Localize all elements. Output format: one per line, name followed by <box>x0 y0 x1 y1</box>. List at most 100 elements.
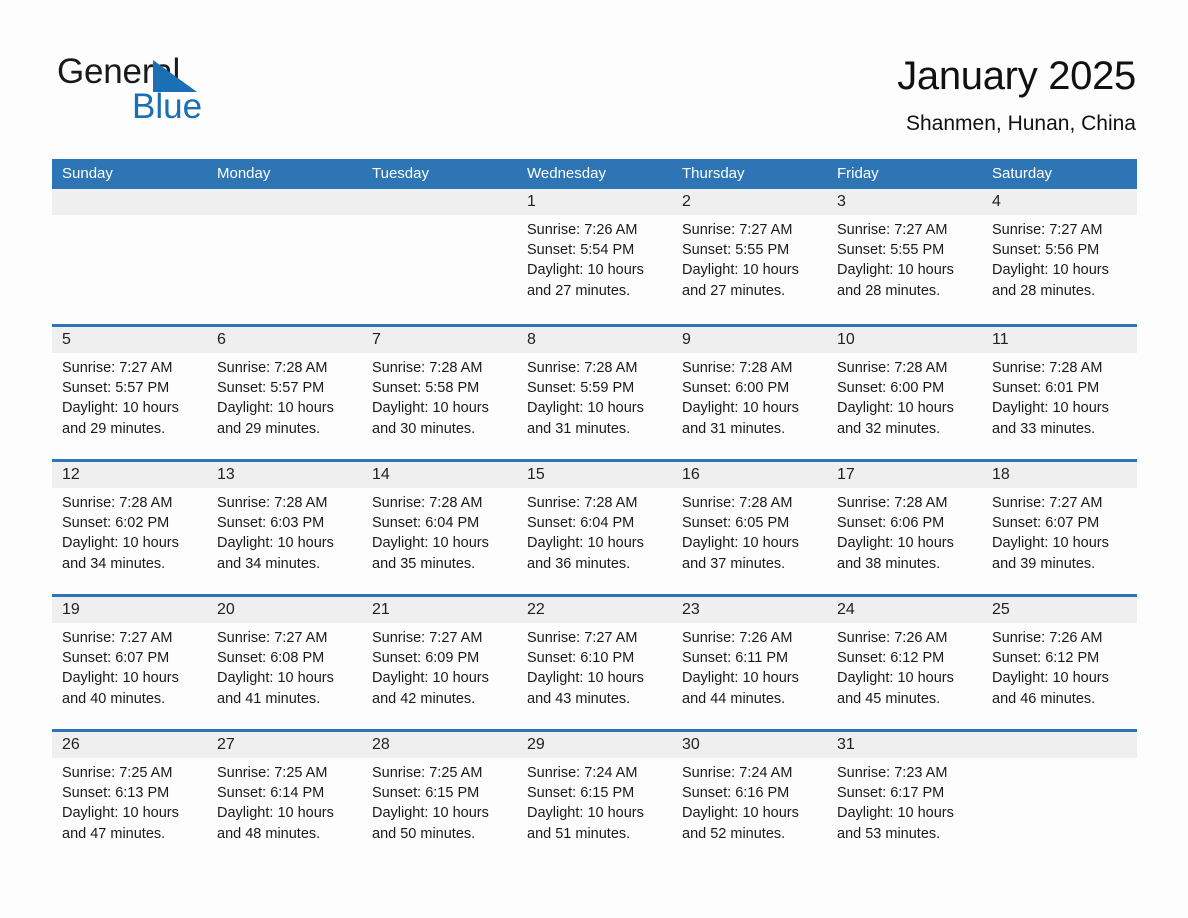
day-number-strip <box>207 189 362 215</box>
sunrise-time: Sunrise: 7:27 AM <box>992 222 1103 238</box>
sunrise-time: Sunrise: 7:27 AM <box>682 222 793 238</box>
sunrise-time: Sunrise: 7:28 AM <box>62 495 173 511</box>
calendar-day-cell[interactable]: 16 Sunrise: 7:28 AM Sunset: 6:05 PM Dayligh… <box>672 462 827 594</box>
daylight-duration-line2: and 33 minutes. <box>992 420 1096 437</box>
calendar-day-cell[interactable]: 6 Sunrise: 7:28 AM Sunset: 5:57 PM Daylight… <box>207 327 362 459</box>
weekday-header-wednesday: Wednesday <box>527 165 606 182</box>
calendar-day-cell[interactable]: 28 Sunrise: 7:25 AM Sunset: 6:15 PM Dayligh… <box>362 732 517 864</box>
day-number: 13 <box>217 466 235 483</box>
day-sun-info: Sunrise: 7:28 AM Sunset: 5:59 PM Daylight:… <box>517 353 672 439</box>
calendar-day-cell[interactable]: 20 Sunrise: 7:27 AM Sunset: 6:08 PM Dayligh… <box>207 597 362 729</box>
daylight-duration-line2: and 28 minutes. <box>837 282 941 299</box>
day-sun-info: Sunrise: 7:28 AM Sunset: 6:01 PM Daylight:… <box>982 353 1137 439</box>
sunrise-time: Sunrise: 7:26 AM <box>527 222 638 238</box>
day-number-strip: 5 <box>52 327 207 353</box>
calendar-day-cell[interactable]: 3 Sunrise: 7:27 AM Sunset: 5:55 PM Daylight… <box>827 189 982 324</box>
day-number: 8 <box>527 331 536 348</box>
calendar-day-cell[interactable]: 29 Sunrise: 7:24 AM Sunset: 6:15 PM Dayligh… <box>517 732 672 864</box>
calendar-day-cell[interactable]: 13 Sunrise: 7:28 AM Sunset: 6:03 PM Dayligh… <box>207 462 362 594</box>
day-sun-info: Sunrise: 7:26 AM Sunset: 6:11 PM Daylight:… <box>672 623 827 709</box>
calendar-day-cell[interactable]: 21 Sunrise: 7:27 AM Sunset: 6:09 PM Dayligh… <box>362 597 517 729</box>
daylight-duration-line2: and 43 minutes. <box>527 690 631 707</box>
daylight-duration-line2: and 30 minutes. <box>372 420 476 437</box>
day-number-strip <box>52 189 207 215</box>
daylight-duration-line1: Daylight: 10 hours <box>527 805 644 822</box>
calendar-day-cell[interactable]: 4 Sunrise: 7:27 AM Sunset: 5:56 PM Daylight… <box>982 189 1137 324</box>
calendar-day-cell[interactable]: 15 Sunrise: 7:28 AM Sunset: 6:04 PM Dayligh… <box>517 462 672 594</box>
sunrise-time: Sunrise: 7:23 AM <box>837 765 948 781</box>
calendar-day-cell[interactable]: 14 Sunrise: 7:28 AM Sunset: 6:04 PM Dayligh… <box>362 462 517 594</box>
daylight-duration-line1: Daylight: 10 hours <box>217 805 334 822</box>
calendar-day-cell[interactable]: 17 Sunrise: 7:28 AM Sunset: 6:06 PM Dayligh… <box>827 462 982 594</box>
day-number: 3 <box>837 193 846 210</box>
day-number-strip: 10 <box>827 327 982 353</box>
day-sun-info: Sunrise: 7:28 AM Sunset: 5:57 PM Daylight:… <box>207 353 362 439</box>
calendar-day-cell[interactable]: 18 Sunrise: 7:27 AM Sunset: 6:07 PM Dayligh… <box>982 462 1137 594</box>
sunset-time: Sunset: 6:00 PM <box>837 380 945 397</box>
daylight-duration-line1: Daylight: 10 hours <box>992 400 1109 417</box>
calendar-day-cell[interactable]: 10 Sunrise: 7:28 AM Sunset: 6:00 PM Dayligh… <box>827 327 982 459</box>
day-sun-info: Sunrise: 7:26 AM Sunset: 5:54 PM Daylight:… <box>517 215 672 301</box>
calendar-day-cell[interactable]: 9 Sunrise: 7:28 AM Sunset: 6:00 PM Daylight… <box>672 327 827 459</box>
sunset-time: Sunset: 6:07 PM <box>62 650 170 667</box>
sunset-time: Sunset: 6:15 PM <box>527 785 635 802</box>
calendar-day-cell[interactable]: 1 Sunrise: 7:26 AM Sunset: 5:54 PM Daylight… <box>517 189 672 324</box>
daylight-duration-line1: Daylight: 10 hours <box>837 262 954 279</box>
sunset-time: Sunset: 6:05 PM <box>682 515 790 532</box>
sunset-time: Sunset: 6:01 PM <box>992 380 1100 397</box>
calendar-week-row: 26 Sunrise: 7:25 AM Sunset: 6:13 PM Dayligh… <box>52 729 1137 864</box>
daylight-duration-line1: Daylight: 10 hours <box>682 262 799 279</box>
calendar-day-cell[interactable]: 30 Sunrise: 7:24 AM Sunset: 6:16 PM Dayligh… <box>672 732 827 864</box>
sunrise-time: Sunrise: 7:28 AM <box>682 495 793 511</box>
calendar-day-cell[interactable]: 26 Sunrise: 7:25 AM Sunset: 6:13 PM Dayligh… <box>52 732 207 864</box>
daylight-duration-line1: Daylight: 10 hours <box>837 400 954 417</box>
day-number-strip: 6 <box>207 327 362 353</box>
day-number-strip: 20 <box>207 597 362 623</box>
day-number: 28 <box>372 736 390 753</box>
day-sun-info: Sunrise: 7:27 AM Sunset: 6:09 PM Daylight:… <box>362 623 517 709</box>
daylight-duration-line1: Daylight: 10 hours <box>837 535 954 552</box>
day-number: 5 <box>62 331 71 348</box>
daylight-duration-line1: Daylight: 10 hours <box>992 535 1109 552</box>
daylight-duration-line2: and 34 minutes. <box>217 555 321 572</box>
calendar-day-cell[interactable]: 23 Sunrise: 7:26 AM Sunset: 6:11 PM Dayligh… <box>672 597 827 729</box>
day-sun-info: Sunrise: 7:27 AM Sunset: 6:07 PM Daylight:… <box>982 488 1137 574</box>
day-number-strip: 13 <box>207 462 362 488</box>
calendar-day-cell[interactable]: 25 Sunrise: 7:26 AM Sunset: 6:12 PM Dayligh… <box>982 597 1137 729</box>
calendar-day-cell[interactable]: 11 Sunrise: 7:28 AM Sunset: 6:01 PM Dayligh… <box>982 327 1137 459</box>
sunset-time: Sunset: 5:54 PM <box>527 242 635 259</box>
calendar-day-cell[interactable]: 24 Sunrise: 7:26 AM Sunset: 6:12 PM Dayligh… <box>827 597 982 729</box>
day-number: 25 <box>992 601 1010 618</box>
calendar-day-cell[interactable]: 8 Sunrise: 7:28 AM Sunset: 5:59 PM Daylight… <box>517 327 672 459</box>
day-number: 2 <box>682 193 691 210</box>
daylight-duration-line2: and 39 minutes. <box>992 555 1096 572</box>
calendar-day-cell[interactable]: 19 Sunrise: 7:27 AM Sunset: 6:07 PM Dayligh… <box>52 597 207 729</box>
daylight-duration-line2: and 47 minutes. <box>62 825 166 842</box>
page-title: January 2025 <box>897 54 1136 98</box>
calendar-day-cell[interactable]: 2 Sunrise: 7:27 AM Sunset: 5:55 PM Daylight… <box>672 189 827 324</box>
daylight-duration-line2: and 42 minutes. <box>372 690 476 707</box>
calendar-day-cell[interactable]: 31 Sunrise: 7:23 AM Sunset: 6:17 PM Dayligh… <box>827 732 982 864</box>
calendar-day-cell[interactable]: 22 Sunrise: 7:27 AM Sunset: 6:10 PM Dayligh… <box>517 597 672 729</box>
calendar-day-cell[interactable]: 5 Sunrise: 7:27 AM Sunset: 5:57 PM Daylight… <box>52 327 207 459</box>
sunset-time: Sunset: 6:10 PM <box>527 650 635 667</box>
location-subtitle: Shanmen, Hunan, China <box>906 112 1136 135</box>
sunrise-time: Sunrise: 7:28 AM <box>372 495 483 511</box>
day-sun-info: Sunrise: 7:28 AM Sunset: 6:03 PM Daylight:… <box>207 488 362 574</box>
day-number: 9 <box>682 331 691 348</box>
sunset-time: Sunset: 5:57 PM <box>217 380 325 397</box>
day-number-strip: 26 <box>52 732 207 758</box>
daylight-duration-line1: Daylight: 10 hours <box>527 670 644 687</box>
day-number-strip: 18 <box>982 462 1137 488</box>
calendar-day-cell[interactable]: 27 Sunrise: 7:25 AM Sunset: 6:14 PM Dayligh… <box>207 732 362 864</box>
sunset-time: Sunset: 5:59 PM <box>527 380 635 397</box>
sunset-time: Sunset: 6:15 PM <box>372 785 480 802</box>
daylight-duration-line2: and 34 minutes. <box>62 555 166 572</box>
calendar-day-cell[interactable]: 12 Sunrise: 7:28 AM Sunset: 6:02 PM Dayligh… <box>52 462 207 594</box>
daylight-duration-line1: Daylight: 10 hours <box>217 670 334 687</box>
calendar-day-cell[interactable]: 7 Sunrise: 7:28 AM Sunset: 5:58 PM Daylight… <box>362 327 517 459</box>
daylight-duration-line1: Daylight: 10 hours <box>682 400 799 417</box>
daylight-duration-line1: Daylight: 10 hours <box>62 535 179 552</box>
day-number: 4 <box>992 193 1001 210</box>
daylight-duration-line2: and 27 minutes. <box>682 282 786 299</box>
